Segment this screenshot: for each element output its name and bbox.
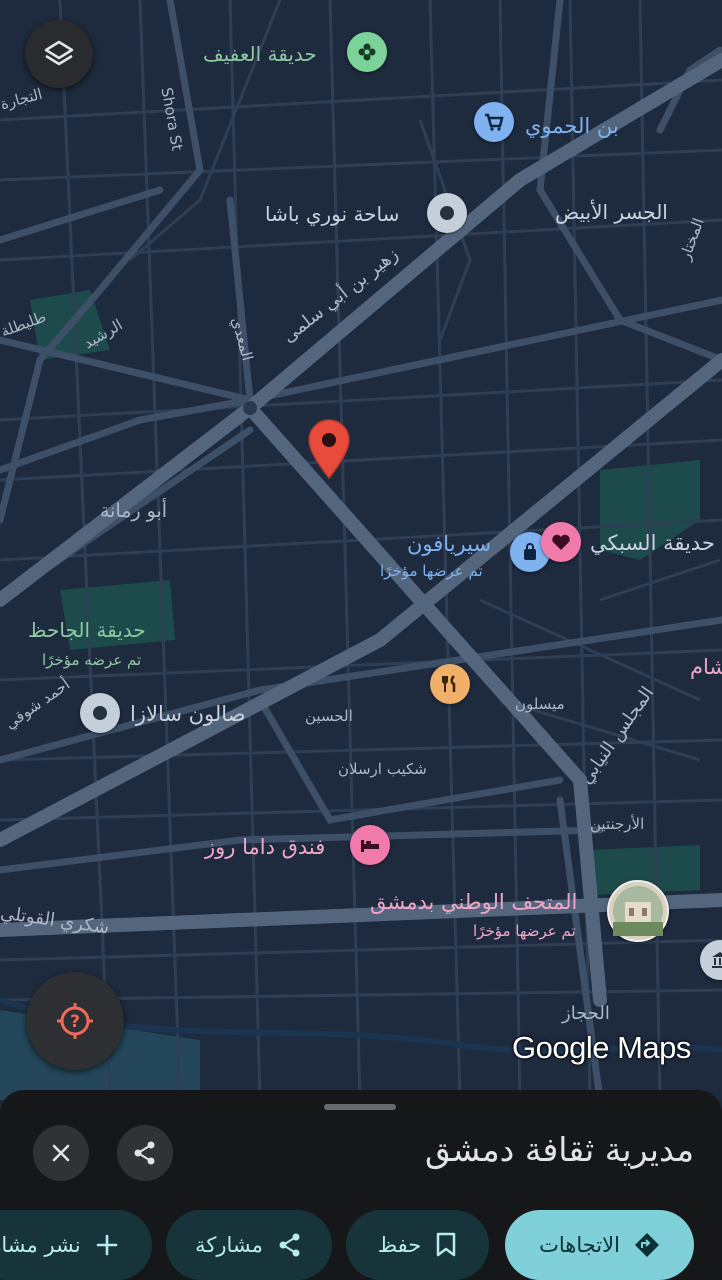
save-button[interactable]: حفظ <box>346 1210 489 1280</box>
place-label-white-bridge[interactable]: الجسر الأبيض <box>555 200 668 224</box>
map-canvas[interactable]: Shora St زهير بن أبي سلمى الرشيد المعدي … <box>0 0 722 1100</box>
google-maps-logo: Google Maps <box>512 1030 691 1065</box>
drag-handle[interactable] <box>324 1104 396 1110</box>
layers-button[interactable] <box>25 20 93 88</box>
share-icon <box>134 1141 155 1165</box>
place-label-sabki-garden[interactable]: حديقة السبكي <box>590 531 715 555</box>
location-unknown-icon: ? <box>57 1003 93 1039</box>
directions-icon <box>634 1233 659 1257</box>
place-label-jahiz-garden[interactable]: حديقة الجاحظ <box>28 618 146 642</box>
directions-label: الاتجاهات <box>539 1233 620 1257</box>
place-label-dama-rose[interactable]: فندق داما روز <box>205 835 325 859</box>
close-icon <box>52 1144 70 1162</box>
fork-knife-icon[interactable] <box>430 664 470 704</box>
plus-icon <box>96 1234 117 1256</box>
place-label-salon[interactable]: صالون سالازا <box>130 702 246 726</box>
road-label-hijaz: الحجاز <box>562 1003 610 1024</box>
app: Shora St زهير بن أبي سلمى الرشيد المعدي … <box>0 0 722 1280</box>
place-note-jahiz: تم عرضه مؤخرًا <box>42 651 142 669</box>
road-label-hussein: الحسين <box>305 707 353 725</box>
road-label-argentina: الأرجنتين <box>590 815 645 833</box>
photo-thumbnail[interactable] <box>607 880 669 942</box>
place-label-sham-partial: شام <box>690 655 722 679</box>
share-icon-button[interactable] <box>117 1125 173 1181</box>
post-button[interactable]: نشر مشاركة <box>0 1210 152 1280</box>
road-label-maysaloun: ميسلون <box>515 695 565 713</box>
heart-icon[interactable] <box>541 522 581 562</box>
place-label-afif-garden[interactable]: حديقة العفيف <box>203 42 317 66</box>
close-button[interactable] <box>33 1125 89 1181</box>
svg-text:?: ? <box>70 1012 80 1032</box>
my-location-button[interactable]: ? <box>26 972 124 1070</box>
flower-icon[interactable] <box>347 32 387 72</box>
place-bottom-sheet[interactable]: مديرية ثقافة دمشق الاتجاهات حفظ مشاركة ن… <box>0 1090 722 1280</box>
save-label: حفظ <box>377 1233 422 1257</box>
place-label-syriafone[interactable]: سيريافون <box>407 532 491 556</box>
landmark-dot-icon[interactable] <box>80 693 120 733</box>
directions-button[interactable]: الاتجاهات <box>505 1210 694 1280</box>
share-icon <box>279 1233 300 1257</box>
share-label: مشاركة <box>195 1233 263 1257</box>
bed-icon[interactable] <box>350 825 390 865</box>
post-label: نشر مشاركة <box>0 1233 81 1257</box>
red-location-pin[interactable] <box>306 418 352 480</box>
shopping-cart-icon[interactable] <box>474 102 514 142</box>
place-title: مديرية ثقافة دمشق <box>425 1130 694 1169</box>
landmark-dot-icon[interactable] <box>427 193 467 233</box>
place-label-hamawi[interactable]: بن الحموي <box>525 114 619 138</box>
place-label-museum[interactable]: المتحف الوطني بدمشق <box>370 890 577 914</box>
road-label-abu-rummaneh: أبو رمانة <box>100 500 168 522</box>
share-button[interactable]: مشاركة <box>166 1210 332 1280</box>
layers-icon <box>44 40 74 66</box>
place-label-nouri-basha[interactable]: ساحة نوري باشا <box>265 202 399 226</box>
road-label-shakib: شكيب ارسلان <box>338 760 427 778</box>
place-note-museum: تم عرضها مؤخرًا <box>473 922 576 940</box>
bookmark-icon <box>437 1232 456 1257</box>
place-note-syriafone: تم عرضها مؤخرًا <box>380 562 483 580</box>
